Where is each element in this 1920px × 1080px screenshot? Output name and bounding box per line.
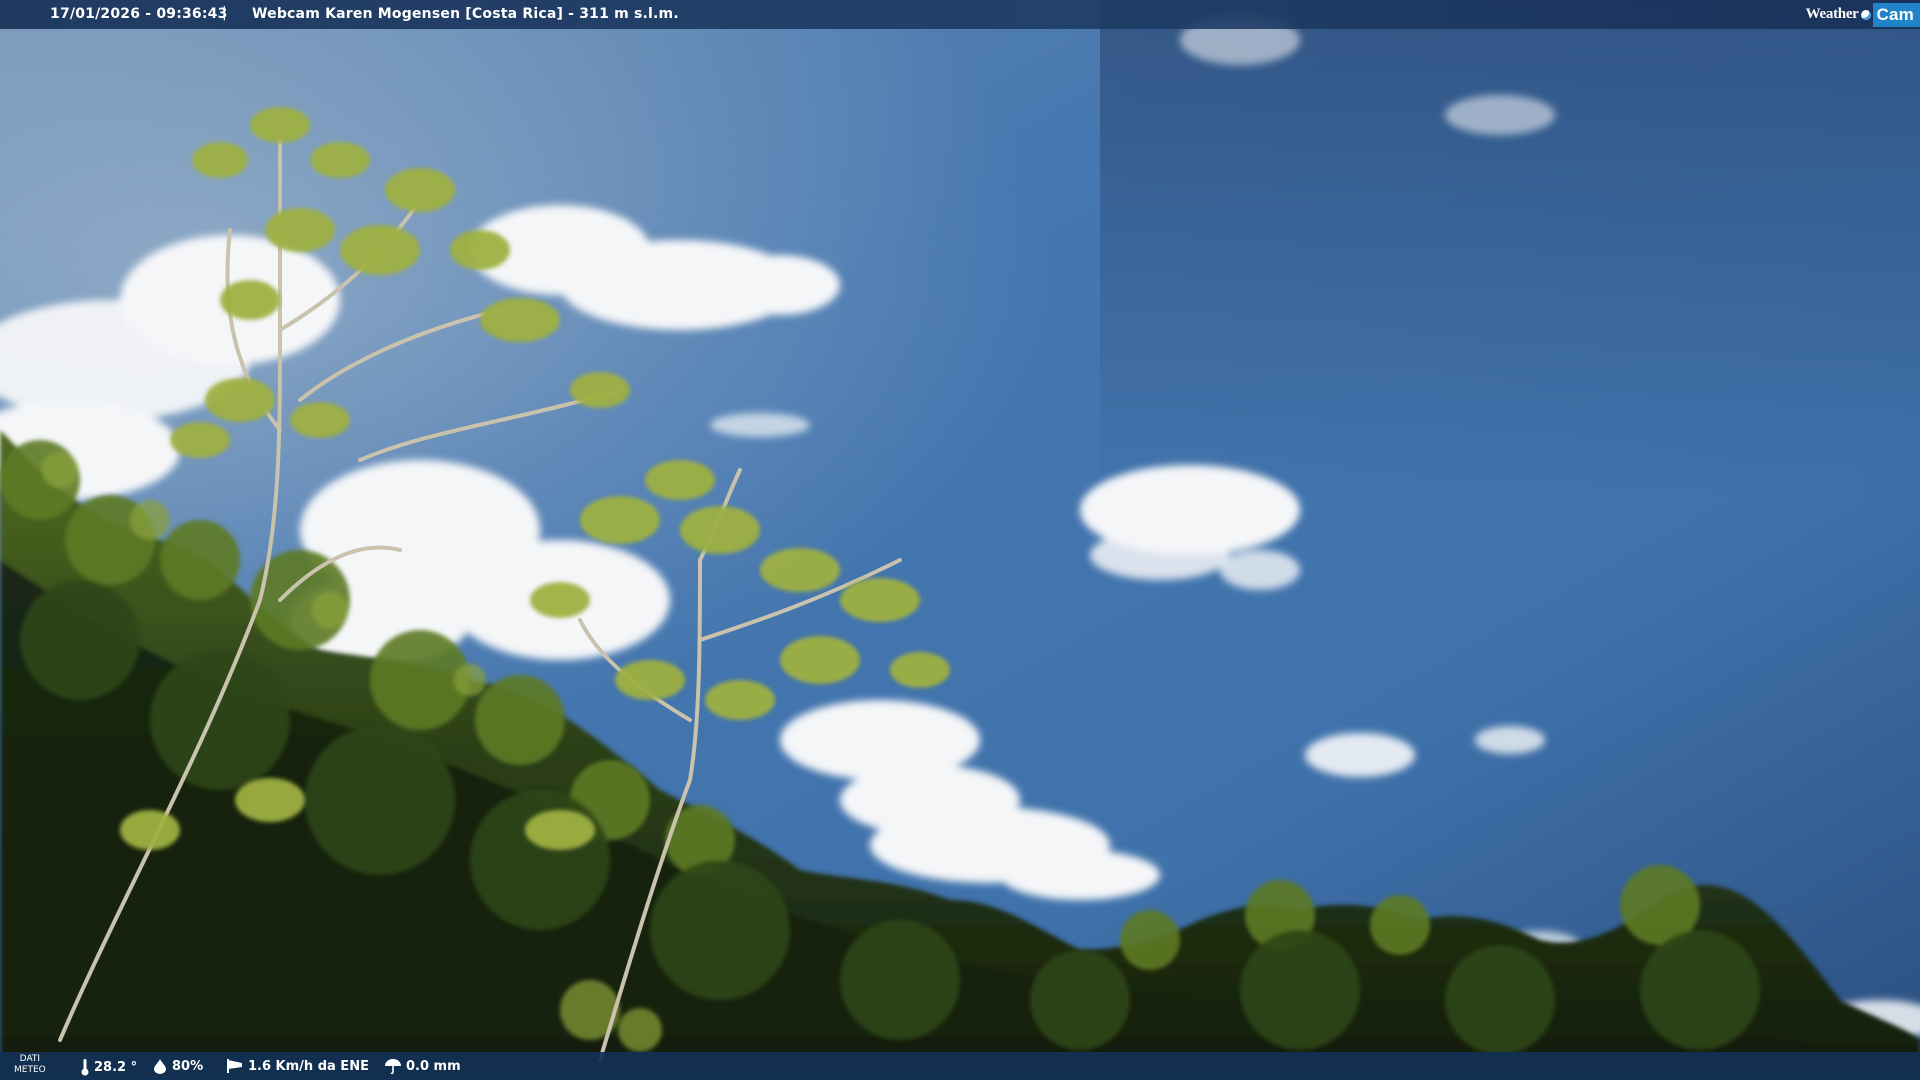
webcam-scene [0, 0, 1920, 1080]
header-separator: | [222, 5, 227, 21]
rain-value: 0.0 mm [406, 1058, 461, 1074]
humidity-reading: 80% [152, 1058, 203, 1074]
droplet-icon [154, 1059, 166, 1074]
logo-cam-text: Cam [1872, 2, 1920, 27]
rain-reading: 0.0 mm [384, 1058, 461, 1074]
globe-icon [1860, 9, 1871, 20]
temperature-reading: 28.2 ° [80, 1058, 137, 1076]
logo-weather-text: Weather [1805, 6, 1859, 22]
thermometer-icon [81, 1059, 89, 1076]
windsock-icon [227, 1059, 242, 1073]
dati-meteo-label: DATI METEO [14, 1054, 46, 1075]
timestamp: 17/01/2026 - 09:36:43 [50, 6, 228, 22]
humidity-value: 80% [172, 1058, 204, 1074]
weathercam-logo: Weather Cam [1806, 0, 1920, 29]
weather-data-bar: DATI METEO 28.2 ° 80% 1.6 Km/h da ENE 0.… [0, 1052, 1920, 1080]
wind-reading: 1.6 Km/h da ENE [226, 1058, 369, 1074]
wind-value: 1.6 Km/h da ENE [248, 1058, 369, 1074]
temperature-value: 28.2 ° [94, 1059, 138, 1075]
webcam-title: Webcam Karen Mogensen [Costa Rica] - 311… [252, 6, 679, 22]
header-bar: 17/01/2026 - 09:36:43 | Webcam Karen Mog… [0, 0, 1920, 29]
umbrella-icon [385, 1059, 401, 1074]
